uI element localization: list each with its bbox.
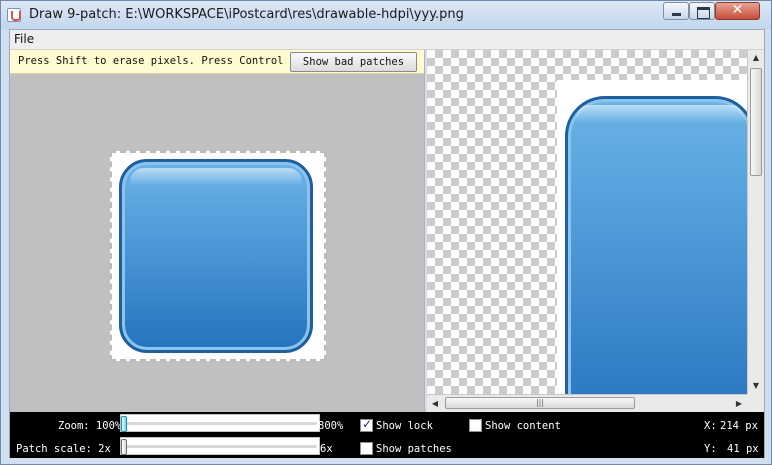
show-content-label[interactable]: Show content: [485, 420, 561, 432]
zoom-slider-thumb[interactable]: [121, 416, 127, 432]
java-app-icon: [7, 8, 21, 22]
show-bad-patches-button[interactable]: Show bad patches: [290, 52, 417, 72]
patch-scale-max-label: 6x: [320, 443, 333, 455]
maximize-button[interactable]: [689, 2, 715, 20]
zoom-slider[interactable]: [120, 414, 320, 432]
preview-vertical-scrollbar[interactable]: ▲ ▼: [747, 50, 764, 394]
scroll-left-arrow-icon[interactable]: ◀: [427, 395, 443, 412]
scroll-down-arrow-icon[interactable]: ▼: [748, 378, 764, 394]
patch-scale-slider[interactable]: [120, 437, 320, 455]
vertical-scroll-thumb[interactable]: [750, 68, 762, 176]
x-coordinate-value: 214 px: [720, 420, 758, 432]
x-coordinate-label: X:: [704, 420, 717, 432]
stretch-preview-panel: [427, 50, 747, 394]
show-patches-label[interactable]: Show patches: [376, 443, 452, 455]
y-coordinate-label: Y:: [704, 443, 717, 455]
close-icon: ✕: [731, 2, 744, 18]
minimize-button[interactable]: [663, 2, 689, 20]
app-window: Draw 9-patch: E:\WORKSPACE\iPostcard\res…: [0, 0, 772, 465]
hint-text: Press Shift to erase pixels. Press Contr…: [18, 55, 296, 67]
window-title: Draw 9-patch: E:\WORKSPACE\iPostcard\res…: [29, 7, 464, 22]
scroll-right-arrow-icon[interactable]: ▶: [731, 395, 747, 412]
zoom-label: Zoom: 100%: [58, 420, 122, 432]
patch-scale-slider-thumb[interactable]: [121, 439, 127, 455]
preview-horizontal-scrollbar[interactable]: ◀ ||| ▶: [427, 394, 747, 412]
show-content-checkbox[interactable]: [469, 419, 482, 432]
y-coordinate-value: 41 px: [727, 443, 759, 455]
stretched-preview-image: [565, 96, 747, 394]
menu-bar: File: [10, 30, 764, 50]
show-lock-checkbox[interactable]: [360, 417, 373, 432]
horizontal-scroll-thumb[interactable]: |||: [445, 397, 635, 409]
nine-patch-image: [119, 159, 313, 353]
hint-bar: Press Shift to erase pixels. Press Contr…: [10, 50, 424, 74]
scroll-up-arrow-icon[interactable]: ▲: [748, 50, 764, 66]
main-content: File Press Shift to erase pixels. Press …: [9, 29, 765, 458]
scroll-corner: [747, 394, 764, 412]
patch-editor-panel[interactable]: Press Shift to erase pixels. Press Contr…: [10, 50, 424, 412]
show-patches-checkbox[interactable]: [360, 442, 373, 455]
close-button[interactable]: ✕: [715, 2, 760, 20]
show-lock-label[interactable]: Show lock: [376, 420, 433, 432]
patch-scale-label: Patch scale: 2x: [16, 443, 111, 455]
zoom-max-label: 800%: [318, 420, 344, 432]
title-bar[interactable]: Draw 9-patch: E:\WORKSPACE\iPostcard\res…: [1, 1, 771, 29]
menu-file[interactable]: File: [14, 32, 34, 46]
status-bar: Zoom: 100% 800% Patch scale: 2x 6x Show …: [10, 412, 764, 458]
